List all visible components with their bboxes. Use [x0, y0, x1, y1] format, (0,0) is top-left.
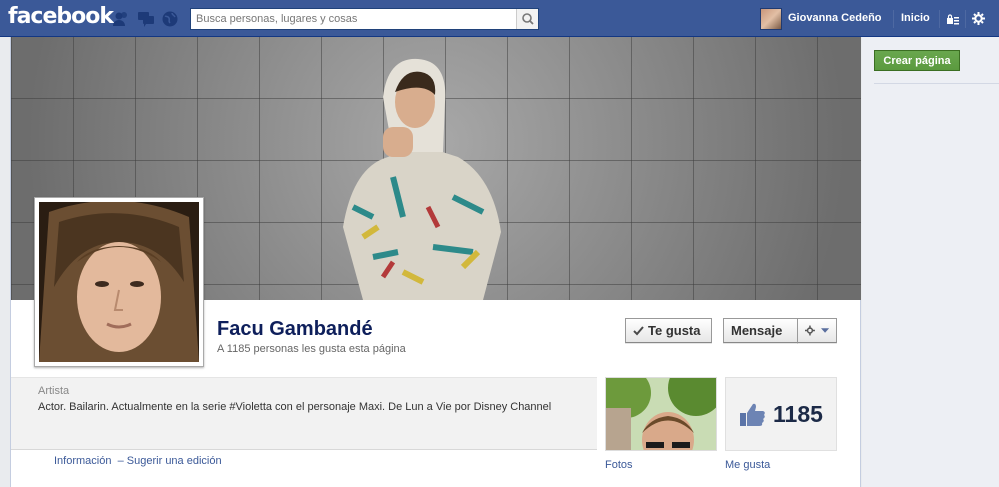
divider [874, 83, 999, 84]
suggest-edit-link[interactable]: Sugerir una edición [127, 455, 222, 467]
settings-gear-icon[interactable] [972, 12, 985, 25]
divider [965, 10, 966, 28]
facebook-logo[interactable]: facebook [8, 4, 114, 29]
user-name-link[interactable]: Giovanna Cedeño [788, 12, 882, 24]
profile-photo-image [39, 202, 199, 362]
messages-icon[interactable] [137, 10, 155, 28]
search-box [190, 8, 539, 30]
page-description: Actor. Bailarin. Actualmente en la serie… [38, 401, 552, 413]
likes-box[interactable]: 1185 [725, 377, 837, 451]
search-input[interactable] [191, 9, 511, 29]
photo-preview-image [606, 378, 716, 450]
like-button-label: Te gusta [648, 323, 701, 338]
page-category: Artista [38, 385, 70, 397]
likes-summary: A 1185 personas les gusta esta página [217, 343, 406, 355]
divider [939, 10, 940, 28]
likes-link[interactable]: Me gusta [725, 459, 770, 471]
info-link[interactable]: Información [54, 455, 111, 467]
photos-link[interactable]: Fotos [605, 459, 633, 471]
message-button-label: Mensaje [731, 323, 783, 338]
divider [893, 10, 894, 28]
like-button[interactable]: Te gusta [625, 318, 712, 343]
about-section: Artista Actor. Bailarin. Actualmente en … [11, 377, 597, 450]
notifications-globe-icon[interactable] [161, 10, 179, 28]
user-avatar[interactable] [760, 8, 782, 30]
page-options-button[interactable] [797, 318, 837, 343]
search-button[interactable] [516, 9, 538, 29]
right-sidebar: Crear página [862, 37, 999, 487]
chevron-down-icon [820, 327, 829, 333]
gear-icon [805, 325, 815, 336]
friend-requests-icon[interactable] [112, 10, 130, 28]
profile-face-illustration [39, 202, 199, 362]
profile-picture[interactable] [34, 197, 204, 367]
photos-thumbnail[interactable] [605, 377, 717, 451]
thumbs-up-icon [740, 403, 765, 426]
page-timeline: Facu Gambandé A 1185 personas les gusta … [10, 37, 861, 487]
page-title: Facu Gambandé [217, 318, 373, 340]
about-links: Información – Sugerir una edición [54, 455, 222, 467]
privacy-shortcuts-icon[interactable] [946, 13, 960, 25]
home-link[interactable]: Inicio [901, 12, 930, 24]
like-count: 1185 [773, 401, 823, 427]
link-separator: – [117, 455, 124, 467]
message-button[interactable]: Mensaje [723, 318, 798, 343]
cover-person-image [343, 58, 501, 300]
top-bar: facebook Giovanna Cedeño Inicio [0, 0, 999, 37]
create-page-button[interactable]: Crear página [874, 50, 960, 71]
search-icon [522, 13, 534, 25]
checkmark-icon [633, 325, 644, 335]
